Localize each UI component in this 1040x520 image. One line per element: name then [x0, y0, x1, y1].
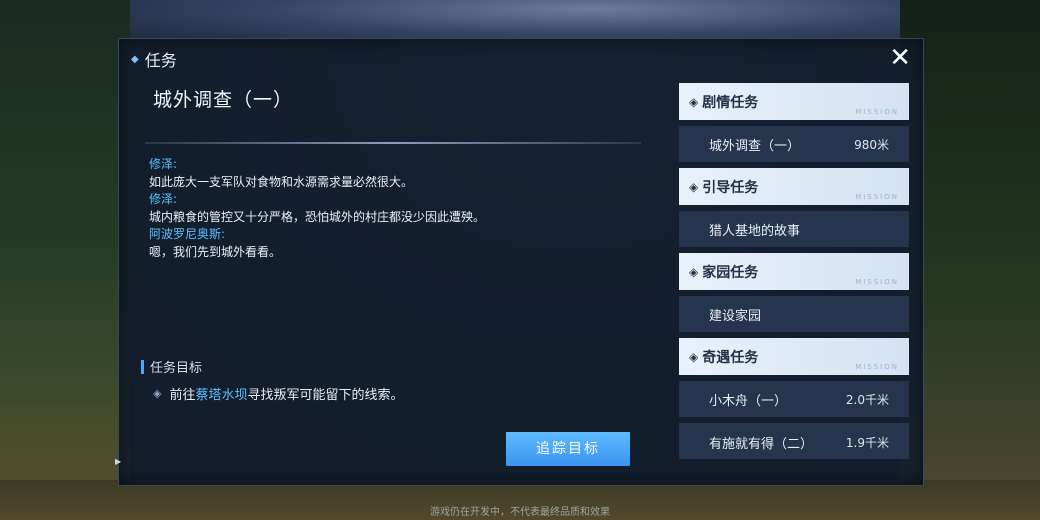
quest-item[interactable]: 建设家园	[679, 296, 909, 332]
quest-category-list: ◈ 剧情任务 MISSION 城外调查（一） 980米 ◈ 引导任务 MISSI…	[679, 83, 909, 459]
category-label: 奇遇任务	[702, 349, 759, 366]
category-guide[interactable]: ◈ 引导任务 MISSION	[679, 168, 909, 205]
category-adventure[interactable]: ◈ 奇遇任务 MISSION	[679, 338, 909, 375]
quest-item[interactable]: 小木舟（一） 2.0千米	[679, 381, 909, 417]
dialogue-line: 嗯，我们先到城外看看。	[149, 244, 282, 259]
diamond-bullet-icon: ◈	[153, 387, 162, 400]
panel-title: 任务	[144, 51, 177, 70]
category-home[interactable]: ◈ 家园任务 MISSION	[679, 253, 909, 290]
objective-place-link[interactable]: 蔡塔水坝	[195, 388, 247, 403]
diamond-icon: ◈	[689, 264, 699, 279]
quest-item[interactable]: 有施就有得（二） 1.9千米	[679, 423, 909, 459]
dev-notice: 游戏仍在开发中，不代表最终品质和效果	[430, 507, 610, 518]
dialogue-speaker: 修泽:	[149, 192, 178, 206]
dialogue-line: 城内粮食的管控又十分严格，恐怕城外的村庄都没少因此遭殃。	[149, 209, 486, 224]
mission-tag: MISSION	[855, 363, 899, 371]
quest-item-name: 有施就有得（二）	[709, 436, 814, 452]
quest-item-name: 猎人基地的故事	[709, 223, 801, 239]
quest-item-name: 城外调查（一）	[709, 138, 801, 154]
objective-header-label: 任务目标	[150, 361, 203, 376]
diamond-icon: ◆	[131, 53, 139, 65]
category-label: 引导任务	[702, 179, 759, 196]
close-button[interactable]: ✕	[889, 45, 911, 71]
diamond-icon: ◈	[689, 349, 699, 364]
diamond-icon: ◈	[689, 179, 699, 194]
dialogue-line: 如此庞大一支军队对食物和水源需求量必然很大。	[149, 174, 414, 189]
quest-item-distance: 2.0千米	[845, 392, 889, 407]
quest-item-distance: 1.9千米	[845, 435, 889, 450]
dialogue-speaker: 修泽:	[149, 157, 178, 171]
dialogue-speaker: 阿波罗尼奥斯:	[149, 227, 226, 241]
quest-item[interactable]: 猎人基地的故事	[679, 211, 909, 247]
mission-tag: MISSION	[855, 278, 899, 286]
track-target-button[interactable]: 追踪目标	[506, 432, 630, 466]
objective-prefix: 前往	[169, 388, 196, 403]
objective-header: 任务目标	[141, 357, 202, 376]
quest-title: 城外调查（一）	[153, 89, 294, 111]
expand-arrow-icon[interactable]: ▶	[115, 457, 121, 466]
objective-suffix: 寻找叛军可能留下的线索。	[247, 388, 404, 403]
quest-item-name: 小木舟（一）	[709, 393, 788, 409]
quest-dialogue: 修泽: 如此庞大一支军队对食物和水源需求量必然很大。 修泽: 城内粮食的管控又十…	[149, 156, 649, 261]
category-label: 剧情任务	[702, 94, 759, 111]
title-divider	[145, 142, 641, 144]
mission-tag: MISSION	[855, 108, 899, 116]
objective-text: 前往蔡塔水坝寻找叛军可能留下的线索。	[169, 384, 403, 403]
quest-item-name: 建设家园	[709, 308, 762, 324]
quest-item[interactable]: 城外调查（一） 980米	[679, 126, 909, 162]
panel-header: ◆ 任务	[131, 47, 177, 71]
background-forest-left	[0, 0, 130, 520]
objective-line: ◈ 前往蔡塔水坝寻找叛军可能留下的线索。	[153, 384, 404, 403]
objective-bar-icon	[141, 359, 144, 374]
quest-panel: ◆ 任务 ✕ 城外调查（一） 修泽: 如此庞大一支军队对食物和水源需求量必然很大…	[115, 38, 924, 486]
mission-tag: MISSION	[855, 193, 899, 201]
diamond-icon: ◈	[689, 94, 699, 109]
category-story[interactable]: ◈ 剧情任务 MISSION	[679, 83, 909, 120]
category-label: 家园任务	[702, 264, 759, 281]
quest-item-distance: 980米	[854, 137, 889, 152]
